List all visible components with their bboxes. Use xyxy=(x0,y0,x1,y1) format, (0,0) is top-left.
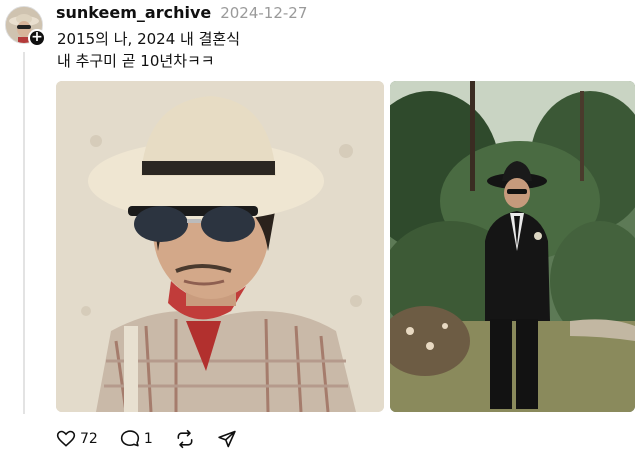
follow-plus-button[interactable]: + xyxy=(28,29,46,47)
post-text-line-1: 2015의 나, 2024 내 결혼식 xyxy=(57,30,240,48)
like-count: 72 xyxy=(80,431,98,447)
post-header: sunkeem_archive 2024-12-27 xyxy=(56,3,307,25)
action-bar: 72 1 xyxy=(56,428,259,450)
post-photo-1[interactable] xyxy=(56,81,384,412)
repost-icon xyxy=(177,429,193,449)
post-photo-2[interactable] xyxy=(390,81,635,412)
heart-icon xyxy=(56,430,76,447)
reply-button[interactable]: 1 xyxy=(120,429,153,449)
share-button[interactable] xyxy=(217,429,237,449)
thread-line xyxy=(23,52,25,414)
post-text: 2015의 나, 2024 내 결혼식 내 추구미 곧 10년차ㅋㅋ xyxy=(57,28,240,72)
repost-button[interactable] xyxy=(175,429,195,449)
comment-icon xyxy=(120,430,139,447)
post-text-line-2: 내 추구미 곧 10년차ㅋㅋ xyxy=(57,52,215,70)
username[interactable]: sunkeem_archive xyxy=(56,3,211,22)
timestamp: 2024-12-27 xyxy=(220,4,308,22)
share-icon xyxy=(218,430,236,448)
reply-count: 1 xyxy=(143,431,153,447)
like-button[interactable]: 72 xyxy=(56,429,98,449)
